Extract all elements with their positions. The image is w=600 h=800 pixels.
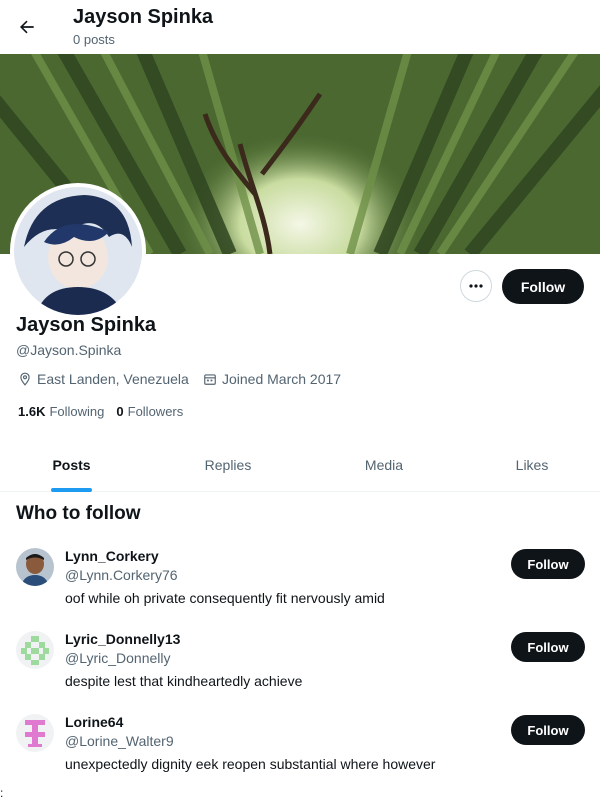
suggestion-follow-button[interactable]: Follow <box>511 632 585 662</box>
suggestion-avatar[interactable] <box>16 631 54 669</box>
profile-name: Jayson Spinka <box>16 314 157 336</box>
profile-handle: @Jayson.Spinka <box>16 342 122 358</box>
followers-link[interactable]: 0 Followers <box>116 404 183 419</box>
suggestion-name[interactable]: Lorine64 <box>65 714 123 730</box>
following-label: Following <box>49 404 105 419</box>
header-title: Jayson Spinka <box>73 6 214 28</box>
suggestion-item[interactable]: Lynn_Corkery @Lynn.Corkery76 oof while o… <box>0 548 600 628</box>
profile-tabs: Posts Replies Media Likes <box>0 440 600 492</box>
suggestion-follow-button[interactable]: Follow <box>511 715 585 745</box>
suggestion-item[interactable]: Lyric_Donnelly13 @Lyric_Donnelly despite… <box>0 631 600 711</box>
more-options-button[interactable] <box>460 270 492 302</box>
following-link[interactable]: 1.6K Following <box>18 404 104 419</box>
tab-posts[interactable]: Posts <box>31 440 112 492</box>
suggestion-handle: @Lorine_Walter9 <box>65 733 174 749</box>
suggestion-bio: oof while oh private consequently fit ne… <box>65 590 385 606</box>
avatar-image <box>14 187 142 315</box>
suggestion-avatar[interactable] <box>16 548 54 586</box>
active-tab-indicator <box>51 488 92 492</box>
joined-date: Joined March 2017 <box>203 370 341 388</box>
followers-label: Followers <box>127 404 184 419</box>
suggestion-name[interactable]: Lyric_Donnelly13 <box>65 631 180 647</box>
profile-avatar[interactable] <box>10 183 146 319</box>
followers-count: 0 <box>116 404 124 419</box>
suggestion-handle: @Lynn.Corkery76 <box>65 567 178 583</box>
suggestion-avatar[interactable] <box>16 714 54 752</box>
who-to-follow-title: Who to follow <box>16 503 141 524</box>
tab-media[interactable]: Media <box>344 440 424 492</box>
arrow-left-icon <box>20 20 34 34</box>
suggestion-handle: @Lyric_Donnelly <box>65 650 171 666</box>
follow-button[interactable]: Follow <box>502 269 584 304</box>
suggestion-name[interactable]: Lynn_Corkery <box>65 548 159 564</box>
post-count: 0 posts <box>73 32 115 47</box>
ellipsis-icon <box>469 284 483 288</box>
calendar-icon <box>204 374 216 385</box>
suggestion-bio: unexpectedly dignity eek reopen substant… <box>65 756 436 772</box>
top-bar: Jayson Spinka 0 posts <box>0 0 600 54</box>
back-button[interactable] <box>10 10 44 44</box>
location: East Landen, Venezuela <box>18 370 189 388</box>
suggestion-item[interactable]: Lorine64 @Lorine_Walter9 unexpectedly di… <box>0 714 600 794</box>
tab-likes[interactable]: Likes <box>500 440 564 492</box>
suggestion-bio: despite lest that kindheartedly achieve <box>65 673 303 689</box>
joined-text: Joined March 2017 <box>222 371 342 387</box>
location-text: East Landen, Venezuela <box>37 371 189 387</box>
stray-text: : <box>0 786 4 800</box>
location-pin-icon <box>20 372 30 386</box>
tab-replies[interactable]: Replies <box>188 440 268 492</box>
following-count: 1.6K <box>18 404 46 419</box>
follow-stats: 1.6K Following 0 Followers <box>18 404 183 419</box>
suggestion-follow-button[interactable]: Follow <box>511 549 585 579</box>
